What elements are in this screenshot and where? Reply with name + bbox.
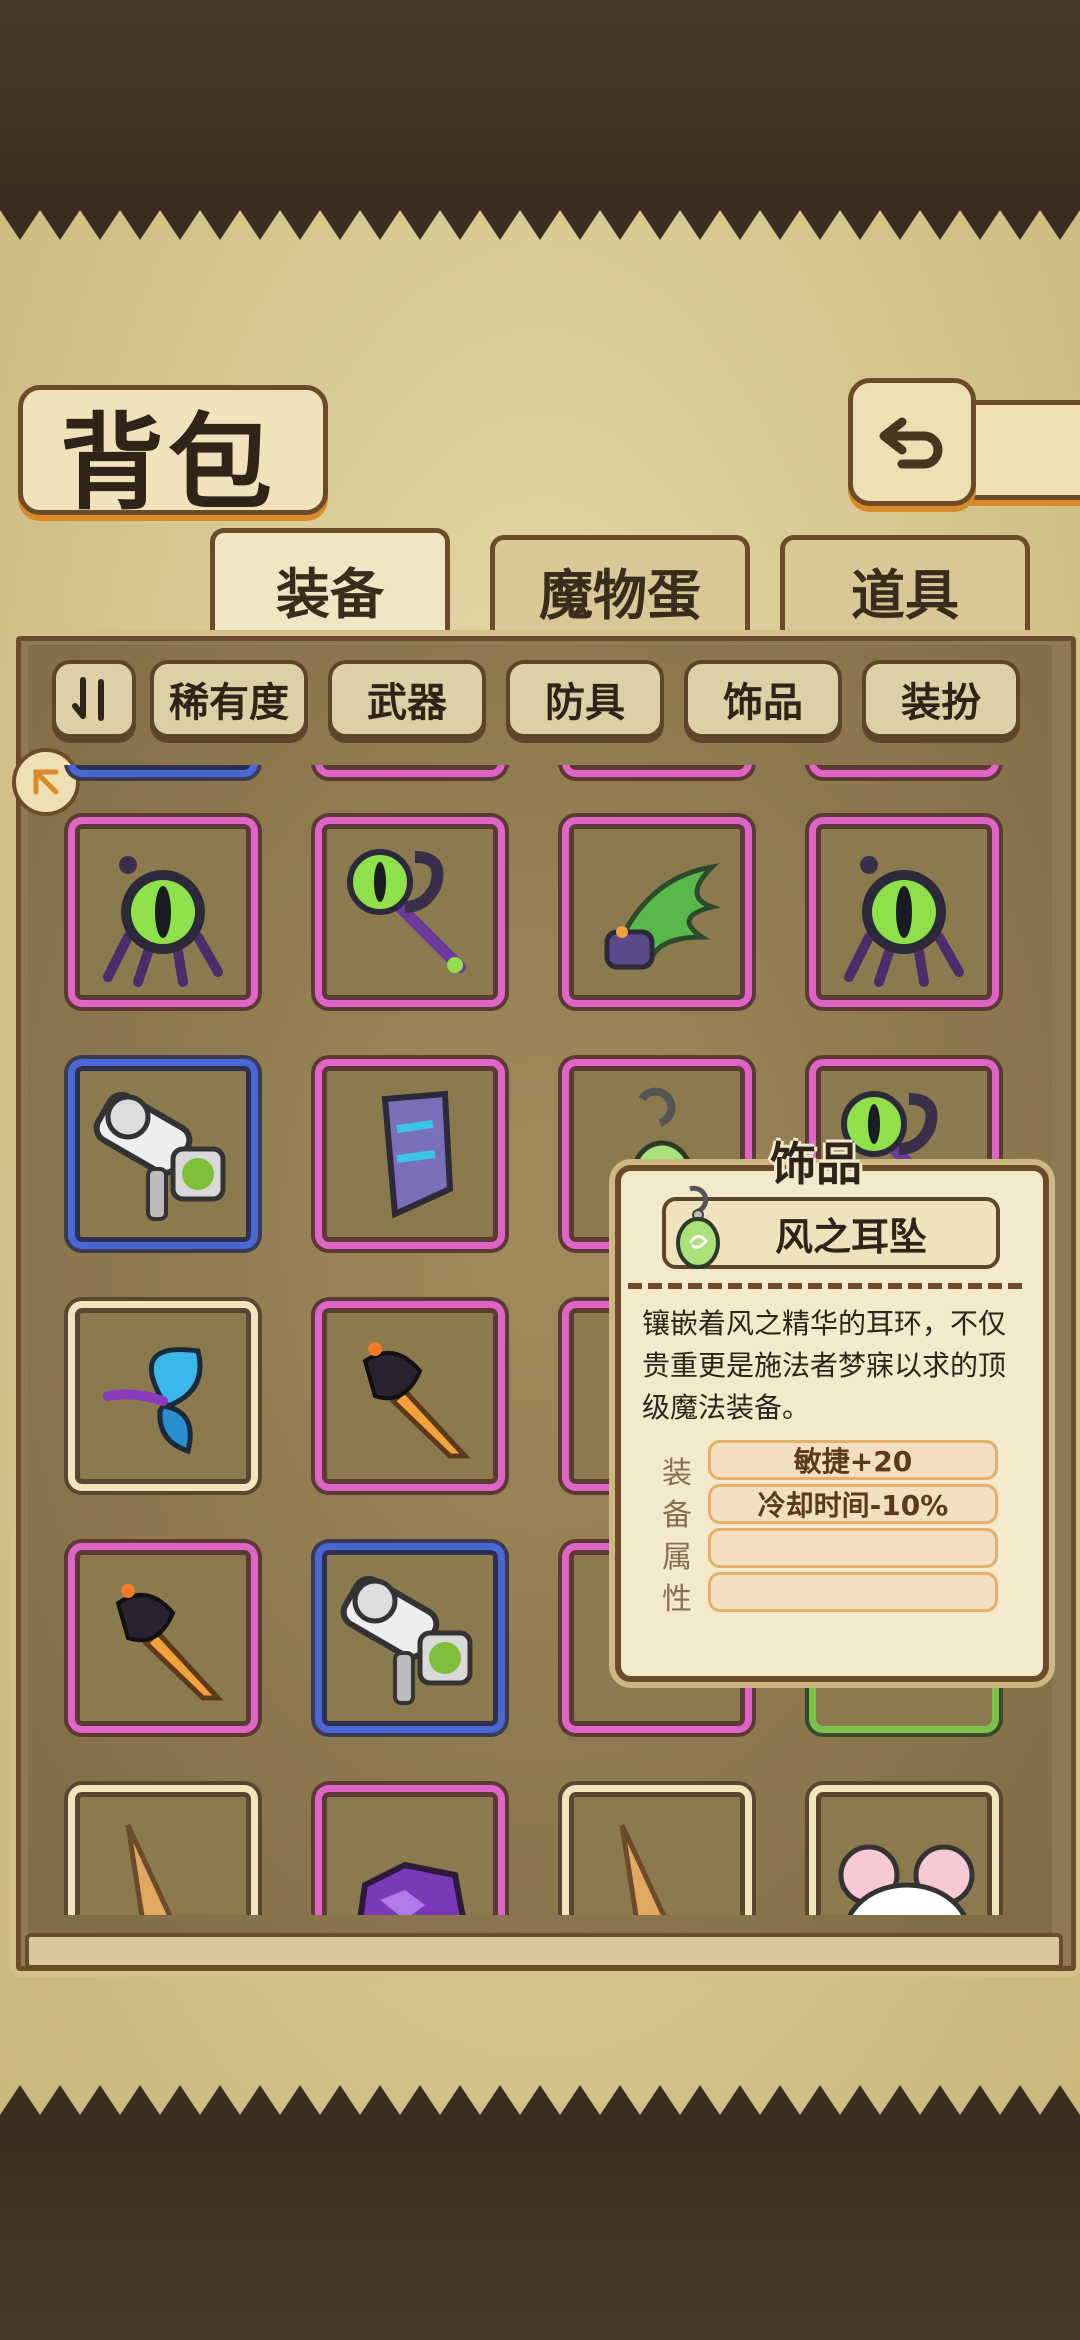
ice-cream-cone-icon [125,1823,173,1915]
filter-outfit[interactable]: 装扮 [862,660,1020,738]
flame-sword-icon [115,1584,224,1701]
page-title: 背包 [60,401,277,524]
bottom-map-band [0,2120,1080,2340]
eye-staff-icon [103,856,223,987]
gatling-gun-icon [340,1575,473,1705]
crystal-bracer-icon [381,1090,454,1219]
filter-accessory-label: 饰品 [723,680,803,726]
tooltip-description: 镶嵌着风之精华的耳环，不仅贵重更是施法者梦寐以求的顶级魔法装备。 [642,1307,1007,1424]
inventory-slot-mouse-hat[interactable] [809,1785,999,1915]
inventory-slot-partial[interactable] [809,765,999,777]
inventory-slot-amethyst-armor[interactable] [315,1785,505,1915]
back-button-tail [962,400,1080,500]
tab-items-label: 道具 [851,563,959,627]
filter-armor-label: 防具 [545,680,625,726]
inventory-slot-butterfly-wing[interactable] [68,1301,258,1491]
sort-toggle-icon [72,677,104,721]
stats-label-char: 属 [662,1540,692,1575]
eye-scepter-icon [347,849,466,973]
eye-staff-icon [844,856,964,987]
inventory-slot-flame-sword[interactable] [68,1543,258,1733]
panel-bottom-bar [25,1933,1063,1969]
butterfly-wing-icon [103,1347,203,1455]
earring-icon [676,1185,720,1269]
tab-monster-eggs[interactable]: 魔物蛋 [490,535,750,640]
filter-rarity[interactable]: 稀有度 [150,660,308,738]
gatling-gun-icon [93,1091,226,1221]
inventory-slot-partial[interactable] [68,765,258,777]
stat-row: 敏捷+20 [708,1440,998,1480]
inventory-slot-gatling-gun[interactable] [315,1543,505,1733]
inventory-slot-flame-sword[interactable] [315,1301,505,1491]
filter-weapon-label: 武器 [367,680,447,726]
tab-equipment[interactable]: 装备 [210,528,450,645]
stat-row [708,1528,998,1568]
tab-equipment-label: 装备 [276,562,384,626]
tab-monster-eggs-label: 魔物蛋 [539,563,701,627]
tooltip-item-name-label: 风之耳坠 [774,1214,927,1259]
flame-sword-icon [362,1342,471,1459]
tooltip-divider [628,1283,1028,1289]
amethyst-armor-icon [357,1861,466,1915]
stat-row: 冷却时间-10% [708,1484,998,1524]
stats-label-char: 装 [662,1456,692,1491]
tab-items[interactable]: 道具 [780,535,1030,640]
inventory-slot-ice-cream-cone[interactable] [562,1785,752,1915]
filter-accessory[interactable]: 饰品 [684,660,842,738]
inventory-slot-green-claw-gauntlet[interactable] [562,817,752,1007]
stats-label-char: 性 [662,1582,692,1617]
back-button[interactable] [848,378,976,506]
filter-rarity-label: 稀有度 [169,680,289,726]
top-zigzag-edge [0,200,1080,240]
stat-row [708,1572,998,1612]
filter-armor[interactable]: 防具 [506,660,664,738]
filter-weapon[interactable]: 武器 [328,660,486,738]
back-arrow-icon [879,417,943,469]
inventory-slot-ice-cream-cone[interactable] [68,1785,258,1915]
inventory-slot-eye-staff[interactable] [809,817,999,1007]
inventory-slot-crystal-bracer[interactable] [315,1059,505,1249]
mouse-hat-icon [838,1844,975,1915]
ice-cream-cone-icon [619,1823,667,1915]
top-map-band [0,0,1080,210]
inventory-slot-partial[interactable] [315,765,505,777]
inventory-slot-eye-scepter[interactable] [315,817,505,1007]
inventory-slot-eye-staff[interactable] [68,817,258,1007]
sort-button[interactable] [52,660,136,738]
inventory-slot-gatling-gun[interactable] [68,1059,258,1249]
stats-label-char: 备 [662,1498,692,1533]
bottom-zigzag-edge [0,2085,1080,2125]
inventory-slot-partial[interactable] [562,765,752,777]
tooltip-category: 饰品 [770,1137,862,1191]
filter-outfit-label: 装扮 [901,680,981,726]
green-claw-gauntlet-icon [604,863,721,970]
